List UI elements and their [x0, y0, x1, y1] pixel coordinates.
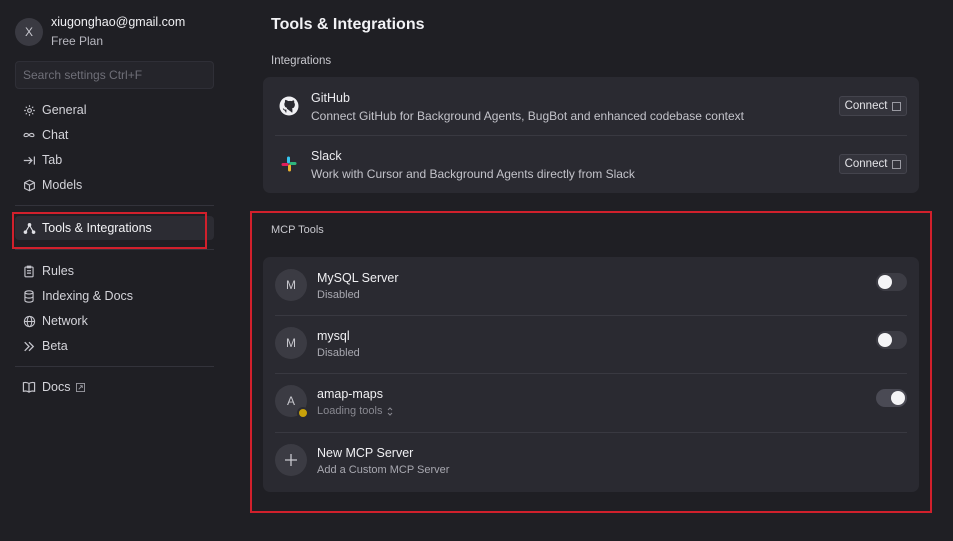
- sidebar-item-label: Tools & Integrations: [42, 221, 152, 235]
- nodes-icon: [22, 221, 36, 235]
- loading-status-dot: [297, 407, 309, 419]
- avatar: X: [15, 18, 43, 46]
- server-status: Disabled: [317, 289, 360, 301]
- cube-icon: [22, 178, 36, 192]
- sidebar-item-label: Rules: [42, 264, 74, 278]
- chevrons-right-icon: [22, 339, 36, 353]
- tab-arrow-icon: [22, 153, 36, 167]
- mcp-tools-section-label: MCP Tools: [271, 224, 324, 236]
- sidebar-item-indexing-docs[interactable]: Indexing & Docs: [15, 284, 214, 308]
- sidebar-item-label: Tab: [42, 153, 63, 167]
- new-server-subtitle: Add a Custom MCP Server: [317, 464, 450, 476]
- server-toggle[interactable]: [876, 389, 907, 407]
- server-status: Disabled: [317, 347, 360, 359]
- mcp-server-row: M MySQL Server Disabled: [275, 257, 907, 315]
- search-settings-input[interactable]: [15, 61, 214, 89]
- globe-icon: [22, 314, 36, 328]
- server-name: mysql: [317, 329, 350, 343]
- book-icon: [22, 380, 36, 394]
- sidebar-item-models[interactable]: Models: [15, 173, 214, 197]
- integration-description: Connect GitHub for Background Agents, Bu…: [311, 109, 744, 123]
- external-link-icon: [76, 382, 86, 392]
- integration-description: Work with Cursor and Background Agents d…: [311, 167, 635, 181]
- server-toggle[interactable]: [876, 273, 907, 291]
- mcp-server-row: A amap-maps Loading tools: [275, 373, 907, 432]
- user-email: xiugonghao@gmail.com: [51, 15, 186, 29]
- sidebar-item-label: Docs: [42, 380, 71, 394]
- sidebar-item-docs[interactable]: Docs: [15, 375, 214, 399]
- infinity-icon: [22, 128, 36, 142]
- server-avatar: M: [275, 327, 307, 359]
- external-link-icon: [892, 159, 902, 169]
- mcp-tools-card: M MySQL Server Disabled M mysql Disabled…: [263, 257, 919, 492]
- server-toggle[interactable]: [876, 331, 907, 349]
- integration-name: GitHub: [311, 91, 350, 105]
- integration-row-github: GitHub Connect GitHub for Background Age…: [275, 77, 907, 135]
- sidebar-item-network[interactable]: Network: [15, 309, 214, 333]
- sidebar-item-chat[interactable]: Chat: [15, 123, 214, 147]
- server-name: MySQL Server: [317, 271, 399, 285]
- mcp-server-row: M mysql Disabled: [275, 315, 907, 373]
- sidebar-item-label: General: [42, 103, 87, 117]
- connect-github-button[interactable]: Connect: [839, 96, 907, 116]
- sidebar-item-label: Indexing & Docs: [42, 289, 134, 303]
- sidebar-divider: [15, 366, 214, 367]
- sidebar-item-general[interactable]: General: [15, 98, 214, 122]
- new-server-title: New MCP Server: [317, 446, 414, 460]
- server-avatar: M: [275, 269, 307, 301]
- sidebar-item-label: Beta: [42, 339, 68, 353]
- integration-row-slack: Slack Work with Cursor and Background Ag…: [275, 135, 907, 193]
- server-status[interactable]: Loading tools: [317, 405, 393, 417]
- sidebar-item-label: Models: [42, 178, 83, 192]
- server-avatar: A: [275, 385, 309, 419]
- new-mcp-server-row[interactable]: New MCP Server Add a Custom MCP Server: [275, 432, 907, 492]
- connect-label: Connect: [844, 158, 888, 170]
- integration-name: Slack: [311, 149, 342, 163]
- slack-icon: [279, 154, 299, 174]
- github-icon: [279, 96, 299, 116]
- sidebar-item-label: Network: [42, 314, 88, 328]
- connect-label: Connect: [844, 100, 888, 112]
- integrations-section-label: Integrations: [271, 55, 332, 67]
- gear-icon: [22, 103, 36, 117]
- expand-chevrons-icon: [387, 406, 393, 416]
- clipboard-icon: [22, 264, 36, 278]
- user-profile[interactable]: X xiugonghao@gmail.com Free Plan: [15, 14, 185, 49]
- sidebar-item-tools-integrations[interactable]: Tools & Integrations: [15, 216, 214, 240]
- settings-sidebar: X xiugonghao@gmail.com Free Plan General…: [0, 0, 230, 541]
- server-name: amap-maps: [317, 387, 383, 401]
- sidebar-divider: [15, 205, 214, 206]
- user-plan: Free Plan: [51, 34, 104, 48]
- sidebar-item-beta[interactable]: Beta: [15, 334, 214, 358]
- sidebar-item-tab[interactable]: Tab: [15, 148, 214, 172]
- external-link-icon: [892, 101, 902, 111]
- plus-icon: [275, 444, 307, 476]
- page-title: Tools & Integrations: [271, 16, 425, 33]
- sidebar-divider: [15, 249, 214, 250]
- database-icon: [22, 289, 36, 303]
- connect-slack-button[interactable]: Connect: [839, 154, 907, 174]
- sidebar-item-rules[interactable]: Rules: [15, 259, 214, 283]
- sidebar-item-label: Chat: [42, 128, 69, 142]
- integrations-card: GitHub Connect GitHub for Background Age…: [263, 77, 919, 193]
